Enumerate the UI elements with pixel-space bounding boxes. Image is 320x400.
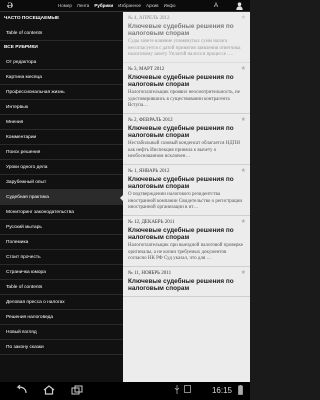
- sidebar-item-court-practice[interactable]: Судебная практика: [0, 190, 123, 205]
- article-title: Ключевые судебные решения по налоговым с…: [128, 227, 234, 242]
- issue-label: № 2, ФЕВРАЛЬ 2012: [128, 118, 173, 124]
- issue-label: № 3, МАРТ 2012: [128, 67, 165, 73]
- article-excerpt: Налогоплательщик при выездной налоговой …: [128, 243, 243, 261]
- sidebar-item-worth-reading[interactable]: Стоит прочесть: [0, 250, 123, 265]
- sidebar-item-foreign-experience[interactable]: Зарубежный опыт: [0, 175, 123, 190]
- article-card[interactable]: № 3, МАРТ 2012 ★ Ключевые судебные решен…: [123, 63, 250, 115]
- article-card[interactable]: № 11, НОЯБРЬ 2011 ★ Ключевые судебные ре…: [123, 267, 250, 298]
- menu-item-archive[interactable]: Архив: [146, 0, 159, 12]
- article-excerpt: О подтверждении налогового резидентства …: [128, 192, 243, 210]
- rubrics-sidebar: ЧАСТО ПОСЕЩАЕМЫЕ Table of contents ВСЕ Р…: [0, 12, 123, 382]
- article-excerpt: Суды зачете влияние упомянутых сумм нало…: [128, 39, 241, 57]
- font-size-icon[interactable]: A: [214, 0, 218, 12]
- sidebar-item-opinions[interactable]: Мнения: [0, 115, 123, 130]
- clock: 16:15: [211, 386, 232, 395]
- article-title: Ключевые судебные решения по налоговым с…: [128, 176, 234, 191]
- sidebar-item-label: Судебная практика: [6, 195, 49, 200]
- sidebar-item-business-press[interactable]: Деловая пресса о налогах: [0, 295, 123, 310]
- article-card[interactable]: № 4, АПРЕЛЬ 2012 ★ Ключевые судебные реш…: [123, 12, 250, 64]
- menu-item-rubrics[interactable]: Рубрики: [94, 0, 113, 12]
- star-icon[interactable]: ★: [241, 15, 246, 22]
- article-card[interactable]: № 1, ЯНВАРЬ 2012 ★ Ключевые судебные реш…: [123, 165, 250, 217]
- issue-label: № 1, ЯНВАРЬ 2012: [128, 169, 170, 175]
- sidebar-item-interview[interactable]: Интервью: [0, 100, 123, 115]
- article-card[interactable]: № 2, ФЕВРАЛЬ 2012 ★ Ключевые судебные ре…: [123, 114, 250, 166]
- sidebar-item-case-lessons[interactable]: Уроки одного дела: [0, 160, 123, 175]
- issue-label: № 11, НОЯБРЬ 2011: [128, 271, 172, 277]
- battery-icon: [238, 385, 243, 397]
- notification-icon: [184, 385, 191, 397]
- sidebar-item-toc[interactable]: Table of contents: [0, 280, 123, 295]
- sidebar-item-comments[interactable]: Комментарии: [0, 130, 123, 145]
- sidebar-item-humor[interactable]: Страничка юмора: [0, 265, 123, 280]
- sidebar-item-tax-decisions[interactable]: Решения налоговеда: [0, 310, 123, 325]
- menu-item-feed[interactable]: Лента: [77, 0, 89, 12]
- article-title: Ключевые судебные решения по налоговым с…: [128, 74, 234, 89]
- menu-item-info[interactable]: Инфо: [164, 0, 176, 12]
- star-icon[interactable]: ★: [241, 117, 246, 124]
- article-excerpt: Нестабильный газовый конденсат облагаетс…: [128, 141, 240, 159]
- home-icon[interactable]: [42, 385, 56, 397]
- issue-label: № 4, АПРЕЛЬ 2012: [128, 16, 170, 21]
- usb-icon: [174, 385, 180, 397]
- sidebar-item-frequent-toc[interactable]: Table of contents: [0, 26, 123, 41]
- menu-item-issue[interactable]: Номер: [58, 0, 72, 12]
- star-icon[interactable]: ★: [241, 66, 246, 73]
- menu-item-favorites[interactable]: Избранное: [118, 0, 141, 12]
- star-icon[interactable]: ★: [241, 270, 246, 277]
- article-title: Ключевые судебные решения по налоговым с…: [128, 278, 234, 293]
- sidebar-item-new-view[interactable]: Новый взгляд: [0, 325, 123, 340]
- article-card[interactable]: № 12, ДЕКАБРЬ 2011 ★ Ключевые судебные р…: [123, 216, 250, 268]
- person-icon[interactable]: [236, 0, 243, 12]
- article-excerpt: Налогоплательщик проявил неосмотрительно…: [128, 90, 240, 108]
- article-title: Ключевые судебные решения по налоговым с…: [128, 23, 234, 38]
- app-logo-icon[interactable]: Ə: [4, 1, 16, 11]
- system-navigation-bar: 16:15: [0, 382, 250, 400]
- recent-apps-icon[interactable]: [70, 385, 84, 397]
- sidebar-item-fairy-tale-law[interactable]: По закону сказки: [0, 340, 123, 355]
- sidebar-item-polemics[interactable]: Полемика: [0, 235, 123, 250]
- issue-label: № 12, ДЕКАБРЬ 2011: [128, 220, 175, 226]
- star-icon[interactable]: ★: [241, 219, 246, 226]
- sidebar-item-professional-life[interactable]: Профессиональная жизнь: [0, 85, 123, 100]
- frequent-heading: ЧАСТО ПОСЕЩАЕМЫЕ: [4, 16, 60, 21]
- sidebar-item-month-picture[interactable]: Картина месяца: [0, 70, 123, 85]
- sidebar-item-search-solution[interactable]: Поиск решения: [0, 145, 123, 160]
- top-navigation-bar: Ə Номер Лента Рубрики Избранное Архив Ин…: [0, 0, 250, 12]
- star-icon[interactable]: ★: [241, 168, 246, 175]
- articles-list: № 4, АПРЕЛЬ 2012 ★ Ключевые судебные реш…: [123, 12, 250, 382]
- sidebar-item-editor[interactable]: От редактора: [0, 55, 123, 70]
- article-title: Ключевые судебные решения по налоговым с…: [128, 125, 234, 140]
- top-menu: Номер Лента Рубрики Избранное Архив Инфо: [58, 0, 176, 12]
- back-icon[interactable]: [14, 384, 28, 397]
- all-rubrics-heading: ВСЕ РУБРИКИ: [4, 45, 38, 50]
- sidebar-item-russian-publican[interactable]: Русский мытарь: [0, 220, 123, 235]
- sidebar-item-legislation-monitoring[interactable]: Мониторинг законодательства: [0, 205, 123, 220]
